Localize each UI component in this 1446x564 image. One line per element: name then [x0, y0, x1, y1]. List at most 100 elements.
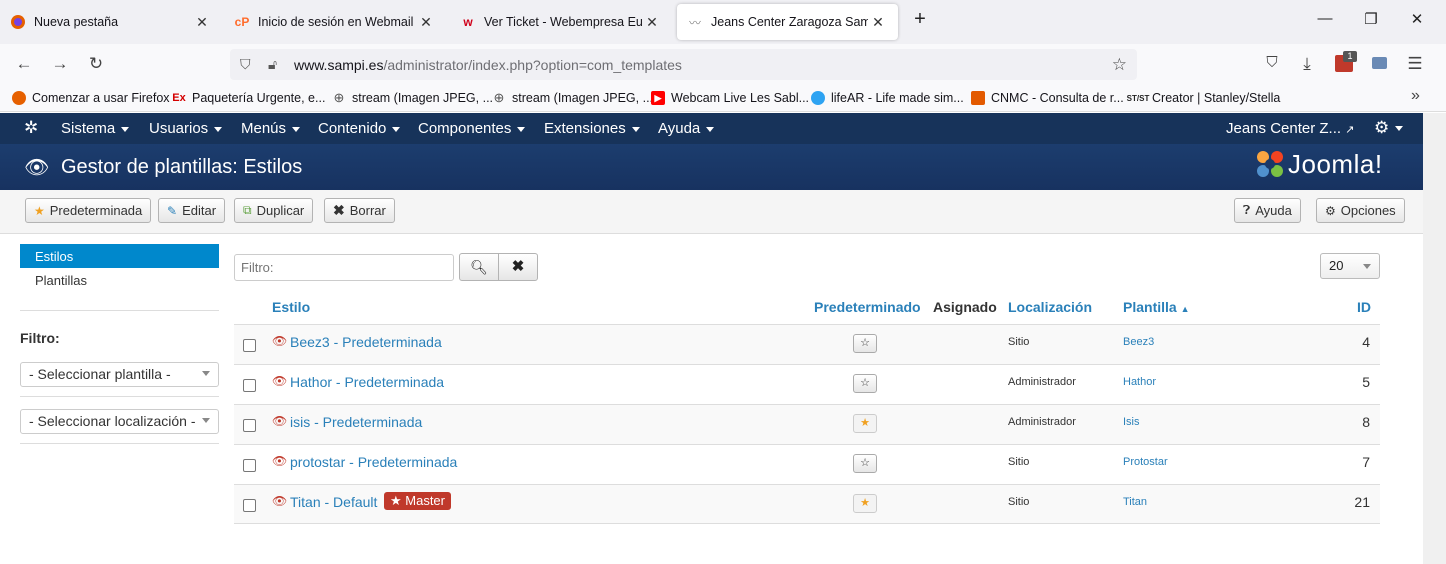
bookmarks-bar: Comenzar a usar Firefox Ex Paquetería Urg…	[0, 86, 1446, 112]
close-tab-icon[interactable]: ✕	[868, 14, 888, 31]
divider	[20, 443, 219, 444]
bookmark-label: stream (Imagen JPEG, ...	[512, 91, 654, 105]
vertical-scrollbar[interactable]	[1423, 113, 1446, 564]
bookmark-item[interactable]: ⊕ stream (Imagen JPEG, ...	[332, 90, 493, 105]
minimize-icon[interactable]: —	[1313, 10, 1337, 27]
set-default-star-button[interactable]: ☆	[853, 374, 877, 393]
menu-sistema[interactable]: Sistema	[61, 120, 130, 137]
close-tab-icon[interactable]: ✕	[192, 14, 212, 31]
more-bookmarks-icon[interactable]: »	[1411, 87, 1420, 105]
tab-title: Inicio de sesión en Webmail	[258, 15, 414, 29]
make-default-button[interactable]: ★ Predeterminada	[25, 198, 152, 223]
bookmark-item[interactable]: ▶ Webcam Live Les Sabl...	[651, 91, 809, 105]
style-name-link[interactable]: Hathor - Predeterminada	[290, 374, 444, 390]
joomla-logo-icon	[1257, 151, 1283, 177]
tab-title: Jeans Center Zaragoza Sampi - A	[711, 15, 868, 29]
set-default-star-button[interactable]: ☆	[853, 454, 877, 473]
menu-extensiones[interactable]: Extensiones	[544, 120, 640, 137]
options-button[interactable]: ⚙ Opciones	[1316, 198, 1405, 223]
location-cell: Administrador	[1008, 376, 1076, 388]
column-header-location[interactable]: Localización	[1008, 299, 1092, 315]
site-link[interactable]: Jeans Center Z... ↗	[1226, 120, 1354, 137]
pocket-icon[interactable]: ⛉	[1261, 54, 1283, 71]
bookmark-item[interactable]: ⊕ stream (Imagen JPEG, ...	[492, 90, 654, 105]
location-cell: Sitio	[1008, 456, 1030, 468]
template-link[interactable]: Hathor	[1123, 376, 1156, 388]
help-button[interactable]: ❓︎ Ayuda	[1234, 198, 1301, 223]
bookmark-item[interactable]: ST/ST Creator | Stanley/Stella	[1127, 91, 1281, 105]
clear-search-button[interactable]: ✖	[498, 253, 538, 281]
list-limit-select[interactable]: 20	[1320, 253, 1380, 279]
set-default-star-button[interactable]: ☆	[853, 334, 877, 353]
new-tab-icon[interactable]: +	[908, 8, 932, 31]
user-settings-gear-icon[interactable]: ⚙	[1374, 118, 1404, 138]
style-name-link[interactable]: isis - Predeterminada	[290, 414, 422, 430]
menu-ayuda[interactable]: Ayuda	[658, 120, 715, 137]
filter-heading: Filtro:	[20, 330, 60, 346]
browser-tab[interactable]: Nueva pestaña ✕	[0, 4, 222, 40]
template-link[interactable]: Beez3	[1123, 336, 1154, 348]
row-checkbox[interactable]	[243, 459, 256, 472]
divider	[20, 396, 219, 397]
menu-usuarios[interactable]: Usuarios	[149, 120, 223, 137]
forward-icon[interactable]: →	[49, 54, 71, 74]
row-checkbox[interactable]	[243, 339, 256, 352]
column-header-template[interactable]: Plantilla ▲	[1123, 299, 1190, 315]
joomla-logo-icon[interactable]: ✲	[24, 118, 38, 138]
search-button[interactable]: 🔍︎	[459, 253, 499, 281]
sidebar-item-plantillas[interactable]: Plantillas	[20, 269, 219, 293]
bookmark-item[interactable]: lifeAR - Life made sim...	[811, 91, 964, 105]
browser-tab[interactable]: cP Inicio de sesión en Webmail ✕	[224, 4, 446, 40]
star-icon: ★	[34, 203, 45, 218]
bookmark-item[interactable]: Comenzar a usar Firefox	[12, 91, 170, 105]
column-header-default[interactable]: Predeterminado	[814, 299, 921, 315]
reload-icon[interactable]: ↻	[85, 54, 107, 74]
chevron-down-icon	[202, 418, 210, 423]
row-checkbox[interactable]	[243, 379, 256, 392]
browser-tab-active[interactable]: 〰 Jeans Center Zaragoza Sampi - A ✕	[677, 4, 898, 40]
back-icon[interactable]: ←	[13, 54, 35, 74]
style-name-link[interactable]: Titan - Default	[290, 494, 377, 510]
admin-menu-bar: ✲ Sistema Usuarios Menús Contenido Compo…	[0, 113, 1423, 144]
close-window-icon[interactable]: ✕	[1405, 10, 1429, 28]
bookmark-item[interactable]: Ex Paquetería Urgente, e...	[172, 91, 325, 105]
table-row: 👁︎ Hathor - Predeterminada ☆ Administrad…	[234, 364, 1380, 404]
template-link[interactable]: Titan	[1123, 496, 1147, 508]
style-name-link[interactable]: protostar - Predeterminada	[290, 454, 457, 470]
menu-componentes[interactable]: Componentes	[418, 120, 526, 137]
menu-menus[interactable]: Menús	[241, 120, 301, 137]
hamburger-menu-icon[interactable]: ☰	[1404, 54, 1426, 74]
bookmark-label: Comenzar a usar Firefox	[32, 91, 170, 105]
browser-tab[interactable]: w Ver Ticket - Webempresa Europ ✕	[450, 4, 672, 40]
row-checkbox[interactable]	[243, 499, 256, 512]
table-row: 👁︎ Titan - Default ★ Master ★ Sitio Tita…	[234, 484, 1380, 524]
location-cell: Administrador	[1008, 416, 1076, 428]
url-bar[interactable]: ⛉ 🔓︎ www.sampi.es/administrator/index.ph…	[230, 49, 1137, 80]
duplicate-button[interactable]: ⧉ Duplicar	[234, 198, 314, 223]
style-name-link[interactable]: Beez3 - Predeterminada	[290, 334, 442, 350]
search-input[interactable]	[234, 254, 454, 281]
select-location-dropdown[interactable]: - Seleccionar localización -	[20, 409, 219, 434]
close-tab-icon[interactable]: ✕	[642, 14, 662, 31]
restore-icon[interactable]: ❐	[1359, 10, 1383, 28]
default-star-icon: ★	[853, 494, 877, 513]
column-header-style[interactable]: Estilo	[272, 299, 310, 315]
bookmark-item[interactable]: CNMC - Consulta de r...	[971, 91, 1124, 105]
shield-icon[interactable]: ⛉	[240, 56, 256, 73]
template-link[interactable]: Protostar	[1123, 456, 1168, 468]
delete-button[interactable]: ✖ Borrar	[324, 198, 395, 223]
bookmark-star-icon[interactable]: ☆	[1112, 55, 1127, 75]
account-icon[interactable]	[1372, 57, 1387, 69]
caret-down-icon	[631, 126, 640, 132]
sidebar-item-estilos[interactable]: Estilos	[20, 244, 219, 268]
column-header-id[interactable]: ID	[1357, 299, 1371, 315]
select-template-dropdown[interactable]: - Seleccionar plantilla -	[20, 362, 219, 387]
edit-button[interactable]: ✎ Editar	[158, 198, 226, 223]
downloads-icon[interactable]: ⤓	[1296, 54, 1318, 74]
menu-contenido[interactable]: Contenido	[318, 120, 401, 137]
template-link[interactable]: Isis	[1123, 416, 1140, 428]
row-checkbox[interactable]	[243, 419, 256, 432]
close-tab-icon[interactable]: ✕	[416, 14, 436, 31]
lock-icon[interactable]: 🔓︎	[268, 56, 284, 73]
select-value: 20	[1329, 258, 1344, 273]
